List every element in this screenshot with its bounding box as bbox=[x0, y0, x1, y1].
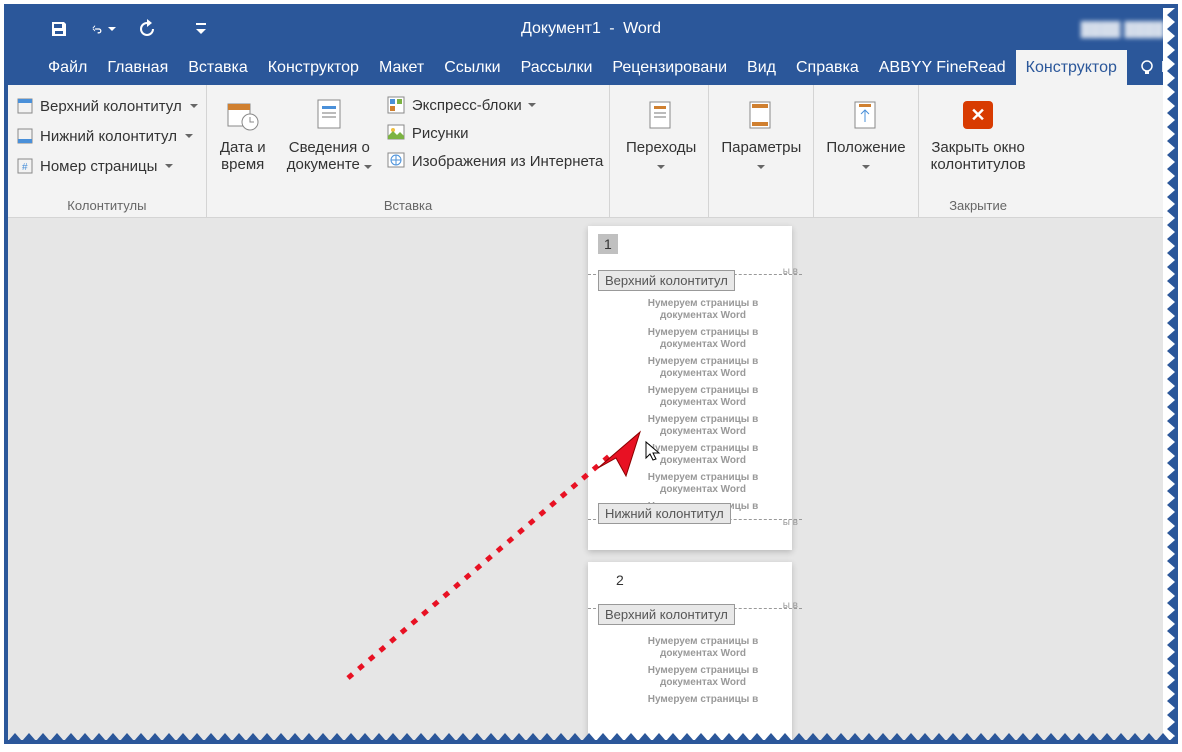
chevron-down-icon bbox=[364, 165, 372, 169]
group-label: Колонтитулы bbox=[14, 196, 200, 217]
tab-hf-design[interactable]: Конструктор bbox=[1016, 50, 1127, 85]
close-icon: ✕ bbox=[960, 97, 996, 133]
chevron-down-icon bbox=[165, 164, 173, 168]
lightbulb-icon bbox=[1139, 60, 1155, 76]
tab-review[interactable]: Рецензировани bbox=[602, 50, 737, 85]
quick-access-toolbar bbox=[46, 16, 214, 42]
tab-references[interactable]: Ссылки bbox=[434, 50, 510, 85]
close-hf-button[interactable]: ✕ Закрыть окноколонтитулов bbox=[925, 89, 1032, 174]
navigation-icon bbox=[643, 97, 679, 133]
group-label: Закрытие bbox=[925, 196, 1032, 217]
tab-insert[interactable]: Вставка bbox=[178, 50, 257, 85]
truncated-text: ы в bbox=[783, 517, 798, 528]
titlebar: Документ1 - Word ████ ████ bbox=[8, 8, 1174, 50]
date-time-icon bbox=[225, 97, 261, 133]
chevron-down-icon bbox=[862, 165, 870, 169]
truncated-text: ы в bbox=[783, 266, 798, 277]
chevron-down-icon bbox=[185, 134, 193, 138]
pictures-icon bbox=[386, 123, 406, 143]
doc-name: Документ1 bbox=[521, 20, 601, 37]
chevron-down-icon bbox=[190, 104, 198, 108]
svg-text:#: # bbox=[22, 162, 28, 173]
pictures-button[interactable]: Рисунки bbox=[386, 123, 603, 143]
page-number-button[interactable]: # Номер страницы bbox=[14, 153, 200, 179]
app-name: Word bbox=[623, 20, 661, 37]
ribbon: Верхний колонтитул Нижний колонтитул # Н… bbox=[8, 85, 1174, 218]
options-icon bbox=[743, 97, 779, 133]
page-number-icon: # bbox=[16, 157, 34, 175]
quick-parts-icon bbox=[386, 95, 406, 115]
body-text: Нумеруем страницы вдокументах WordНумеру… bbox=[622, 298, 784, 519]
redo-icon[interactable] bbox=[134, 16, 160, 42]
online-pictures-icon bbox=[386, 151, 406, 171]
ribbon-tabs: Файл Главная Вставка Конструктор Макет С… bbox=[8, 50, 1174, 85]
tab-design[interactable]: Конструктор bbox=[258, 50, 369, 85]
doc-info-button[interactable]: Сведения одокументе bbox=[281, 89, 378, 174]
cursor-icon bbox=[644, 440, 664, 464]
tab-home[interactable]: Главная bbox=[97, 50, 178, 85]
page-2[interactable]: 2 ы в Верхний колонтитул Нумеруем страни… bbox=[588, 562, 792, 740]
body-text: Нумеруем страницы вдокументах WordНумеру… bbox=[622, 636, 784, 712]
tab-file[interactable]: Файл bbox=[38, 50, 97, 85]
page-1[interactable]: 1 ы в Верхний колонтитул Нумеруем страни… bbox=[588, 226, 792, 550]
group-navigation: Переходы bbox=[614, 85, 709, 217]
tab-layout[interactable]: Макет bbox=[369, 50, 434, 85]
group-insert: Дата ивремя Сведения одокументе Экспресс… bbox=[207, 85, 611, 217]
chevron-down-icon bbox=[757, 165, 765, 169]
undo-icon[interactable] bbox=[90, 16, 116, 42]
header-button[interactable]: Верхний колонтитул bbox=[14, 93, 200, 119]
tab-view[interactable]: Вид bbox=[737, 50, 786, 85]
footer-button[interactable]: Нижний колонтитул bbox=[14, 123, 200, 149]
tab-abbyy[interactable]: ABBYY FineRead bbox=[869, 50, 1016, 85]
group-close: ✕ Закрыть окноколонтитулов Закрытие bbox=[919, 85, 1038, 217]
user-account[interactable]: ████ ████ bbox=[1081, 21, 1164, 37]
group-options: Параметры bbox=[709, 85, 814, 217]
footer-tag[interactable]: Нижний колонтитул bbox=[598, 503, 731, 524]
doc-info-icon bbox=[311, 97, 347, 133]
torn-edge-bottom bbox=[8, 729, 1174, 741]
position-icon bbox=[848, 97, 884, 133]
truncated-text: ы в bbox=[783, 600, 798, 611]
document-workspace[interactable]: 1 ы в Верхний колонтитул Нумеруем страни… bbox=[8, 218, 1174, 740]
date-time-button[interactable]: Дата ивремя bbox=[213, 89, 273, 174]
header-icon bbox=[16, 97, 34, 115]
group-header-footer: Верхний колонтитул Нижний колонтитул # Н… bbox=[8, 85, 207, 217]
chevron-down-icon bbox=[657, 165, 665, 169]
page-number-field[interactable]: 1 bbox=[598, 234, 618, 254]
group-position: Положение bbox=[814, 85, 918, 217]
group-label: Вставка bbox=[213, 196, 604, 217]
chevron-down-icon bbox=[528, 103, 536, 107]
footer-icon bbox=[16, 127, 34, 145]
online-pictures-button[interactable]: Изображения из Интернета bbox=[386, 151, 603, 171]
navigation-button[interactable]: Переходы bbox=[620, 89, 702, 174]
tab-mailings[interactable]: Рассылки bbox=[511, 50, 603, 85]
customize-qat-icon[interactable] bbox=[188, 16, 214, 42]
torn-edge-right bbox=[1163, 8, 1175, 740]
quick-parts-button[interactable]: Экспресс-блоки bbox=[386, 95, 603, 115]
save-icon[interactable] bbox=[46, 16, 72, 42]
tab-help[interactable]: Справка bbox=[786, 50, 869, 85]
header-tag[interactable]: Верхний колонтитул bbox=[598, 604, 735, 625]
position-button[interactable]: Положение bbox=[820, 89, 911, 174]
options-button[interactable]: Параметры bbox=[715, 89, 807, 174]
page-number-field[interactable]: 2 bbox=[610, 570, 630, 590]
header-tag[interactable]: Верхний колонтитул bbox=[598, 270, 735, 291]
